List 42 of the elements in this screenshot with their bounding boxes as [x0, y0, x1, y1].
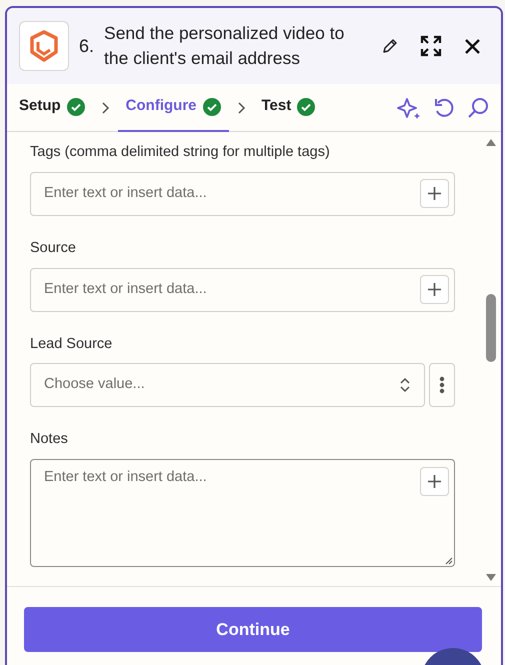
check-circle-icon	[202, 98, 220, 116]
text-area[interactable]: Enter text or insert data...	[30, 459, 455, 567]
field-label: Tags (comma delimited string for multiple tags)	[30, 143, 331, 162]
sparkle-icon	[397, 96, 421, 118]
undo-icon	[433, 96, 455, 118]
chevron-right-icon	[236, 100, 246, 114]
search-button[interactable]	[467, 96, 489, 118]
vertical-dots-icon	[439, 376, 445, 394]
input-field[interactable]: Enter text or insert data...	[30, 172, 455, 216]
field-label: Notes	[30, 430, 69, 450]
step-title: Send the personalized video to the client's email address	[104, 22, 346, 70]
step-number: 6.	[79, 34, 94, 58]
step-tab[interactable]: Test	[254, 84, 324, 132]
close-icon	[464, 38, 481, 54]
plus-icon	[427, 186, 442, 202]
check-circle-icon	[297, 98, 316, 116]
field-label: Source	[30, 238, 77, 258]
chevron-up-down-icon	[399, 377, 411, 394]
expand-icon	[420, 35, 442, 57]
search-icon	[467, 96, 489, 118]
insert-data-button[interactable]	[420, 275, 449, 304]
plus-icon	[427, 282, 442, 297]
chevron-right-icon	[100, 100, 110, 114]
expand-button[interactable]	[420, 35, 442, 57]
cube-logo-icon	[28, 30, 60, 62]
step-tab[interactable]: Configure	[118, 84, 228, 132]
pencil-icon	[381, 38, 398, 54]
ai-sparkle-button[interactable]	[397, 96, 421, 118]
field-label: Lead Source	[30, 334, 114, 354]
resize-handle-icon[interactable]	[443, 555, 453, 565]
check-circle-icon	[66, 98, 85, 116]
close-button[interactable]	[464, 38, 481, 54]
insert-data-button[interactable]	[420, 467, 449, 496]
input-field[interactable]: Enter text or insert data...	[30, 268, 455, 312]
edit-button[interactable]	[381, 38, 398, 54]
more-options-button[interactable]	[429, 363, 455, 408]
continue-button[interactable]: Continue	[24, 607, 482, 652]
select-field[interactable]: Choose value...	[30, 363, 425, 408]
undo-button[interactable]	[433, 96, 455, 118]
insert-data-button[interactable]	[420, 179, 449, 208]
step-tab[interactable]: Setup	[19, 84, 93, 132]
plus-icon	[427, 474, 442, 489]
